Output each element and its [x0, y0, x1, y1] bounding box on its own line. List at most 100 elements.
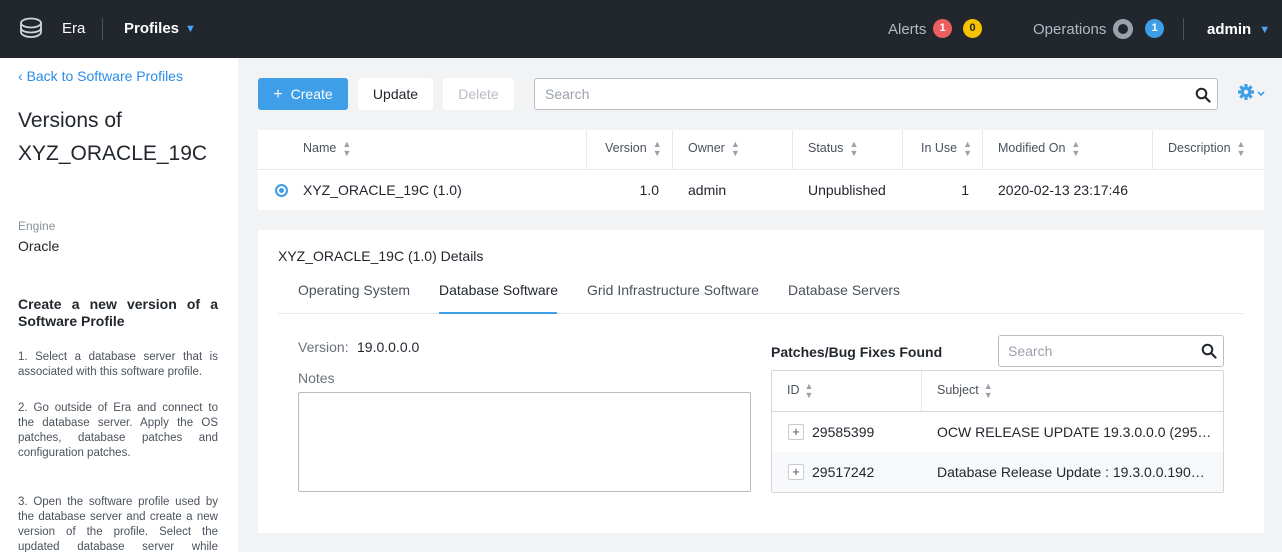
notes-textarea[interactable]: [298, 392, 751, 492]
sort-icon: ▲ ▼: [342, 138, 352, 158]
column-header-label: Modified On: [998, 141, 1066, 155]
details-panel: XYZ_ORACLE_19C (1.0) Details Operating S…: [258, 230, 1264, 533]
alerts-warning-badge[interactable]: 0: [963, 19, 982, 38]
patches-title: Patches/Bug Fixes Found: [771, 344, 943, 360]
column-header-id[interactable]: ID ▲ ▼: [772, 371, 922, 411]
gear-icon[interactable]: [1237, 83, 1267, 103]
help-step-3: 3. Open the software profile used by the…: [18, 496, 218, 552]
chevron-down-icon: ▼: [1259, 24, 1271, 36]
sort-icon: ▲ ▼: [730, 138, 740, 158]
search-icon[interactable]: [1201, 343, 1217, 359]
table-row[interactable]: + 29517242 Database Release Update : 19.…: [772, 452, 1223, 492]
update-button-label: Update: [372, 86, 419, 102]
page-title: Versions of XYZ_ORACLE_19C: [18, 104, 228, 170]
create-button[interactable]: + Create: [258, 78, 348, 110]
patch-search-input[interactable]: [1008, 336, 1188, 366]
chevron-left-icon: ‹: [18, 68, 23, 84]
column-header-label: Version: [605, 141, 647, 155]
update-button[interactable]: Update: [358, 78, 433, 110]
column-header-label: Name: [303, 141, 337, 155]
cell-modified-on: 2020-02-13 23:17:46: [998, 182, 1128, 198]
patch-search-box: [998, 335, 1224, 367]
tabs-divider: [278, 313, 1244, 314]
column-header-label: In Use: [921, 141, 958, 155]
column-header-label: Subject: [937, 383, 979, 397]
patch-subject: OCW RELEASE UPDATE 19.3.0.0.0 (29585...: [937, 424, 1212, 440]
search-box: [534, 78, 1218, 110]
help-step-1: 1. Select a database server that is asso…: [18, 351, 218, 378]
column-header-modified-on[interactable]: Modified On ▲ ▼: [983, 130, 1153, 169]
search-input[interactable]: [545, 79, 1175, 109]
version-label: Version:: [298, 339, 349, 355]
column-header-label: Status: [808, 141, 844, 155]
profiles-menu-label: Profiles: [124, 20, 180, 37]
cell-status: Unpublished: [808, 182, 886, 198]
back-link-label: Back to Software Profiles: [26, 68, 183, 84]
cell-version: 1.0: [639, 182, 659, 198]
page-title-line2: XYZ_ORACLE_19C: [18, 142, 208, 165]
top-navigation-bar: Era Profiles ▼ Alerts 1 0 Operations 1 ad…: [0, 0, 1282, 58]
sort-icon: ▲ ▼: [1236, 138, 1246, 158]
cell-name[interactable]: XYZ_ORACLE_19C (1.0): [303, 170, 462, 210]
engine-value: Oracle: [18, 238, 60, 254]
column-header-version[interactable]: Version ▲ ▼: [587, 130, 673, 169]
back-to-software-profiles-link[interactable]: ‹ Back to Software Profiles: [18, 68, 183, 84]
patch-id: 29517242: [812, 464, 875, 480]
column-header-label: Owner: [688, 141, 725, 155]
column-header-label: Description: [1168, 141, 1231, 155]
delete-button-label: Delete: [458, 86, 499, 102]
era-logo-icon[interactable]: [19, 17, 43, 39]
patch-id: 29585399: [812, 424, 875, 440]
search-icon[interactable]: [1195, 87, 1211, 103]
alerts-label[interactable]: Alerts: [888, 21, 926, 38]
chevron-down-icon: ▼: [185, 23, 196, 35]
sort-icon: ▲ ▼: [849, 138, 859, 158]
sort-icon: ▲ ▼: [983, 380, 993, 400]
tab-database-software[interactable]: Database Software: [439, 282, 558, 298]
patch-subject: Database Release Update : 19.3.0.0.19041…: [937, 464, 1212, 480]
notes-label: Notes: [298, 370, 335, 386]
page-title-line1: Versions of: [18, 109, 122, 132]
active-tab-indicator: [439, 312, 557, 314]
create-button-label: Create: [290, 86, 333, 102]
versions-table: Name ▲ ▼ Version ▲ ▼ Owner ▲ ▼ Status ▲ ▼ In Use…: [258, 130, 1264, 210]
delete-button[interactable]: Delete: [443, 78, 514, 110]
row-select-radio[interactable]: [275, 184, 288, 197]
table-row[interactable]: + 29585399 OCW RELEASE UPDATE 19.3.0.0.0…: [772, 412, 1223, 452]
expand-row-icon[interactable]: +: [788, 464, 804, 480]
divider: [102, 18, 103, 40]
sort-icon: ▲ ▼: [1071, 138, 1081, 158]
column-header-status[interactable]: Status ▲ ▼: [793, 130, 903, 169]
operations-status-icon[interactable]: [1113, 19, 1133, 39]
operations-label[interactable]: Operations: [1033, 21, 1106, 38]
version-value: 19.0.0.0.0: [357, 339, 420, 355]
patches-table: ID ▲ ▼ Subject ▲ ▼ + 29585399 OCW RELEASE UP…: [771, 370, 1224, 493]
column-header-in-use[interactable]: In Use ▲ ▼: [903, 130, 983, 169]
details-title: XYZ_ORACLE_19C (1.0) Details: [278, 248, 484, 264]
divider: [1183, 18, 1184, 40]
sort-icon: ▲ ▼: [963, 138, 973, 158]
tab-database-servers[interactable]: Database Servers: [788, 282, 900, 298]
column-header-label: ID: [787, 383, 800, 397]
column-header-description[interactable]: Description ▲ ▼: [1153, 130, 1264, 169]
help-title: Create a new version of a Software Profi…: [18, 296, 218, 329]
cell-owner: admin: [688, 182, 727, 198]
sort-icon: ▲ ▼: [804, 380, 814, 400]
profiles-menu[interactable]: Profiles ▼: [124, 20, 196, 37]
column-header-subject[interactable]: Subject ▲ ▼: [922, 371, 1223, 411]
plus-icon: +: [273, 86, 283, 103]
column-header-owner[interactable]: Owner ▲ ▼: [673, 130, 793, 169]
tab-operating-system[interactable]: Operating System: [298, 282, 410, 298]
operations-count-badge[interactable]: 1: [1145, 19, 1164, 38]
column-header-name[interactable]: Name ▲ ▼: [258, 130, 587, 169]
alerts-critical-badge[interactable]: 1: [933, 19, 952, 38]
expand-row-icon[interactable]: +: [788, 424, 804, 440]
user-menu[interactable]: admin ▼: [1207, 21, 1270, 38]
cell-in-use: 1: [961, 182, 969, 198]
help-step-2: 2. Go outside of Era and connect to the …: [18, 402, 218, 459]
user-name: admin: [1207, 21, 1252, 38]
app-name: Era: [62, 20, 86, 37]
sidebar: ‹ Back to Software Profiles Versions of …: [0, 58, 238, 552]
tab-grid-infrastructure-software[interactable]: Grid Infrastructure Software: [587, 282, 759, 298]
engine-label: Engine: [18, 219, 56, 233]
